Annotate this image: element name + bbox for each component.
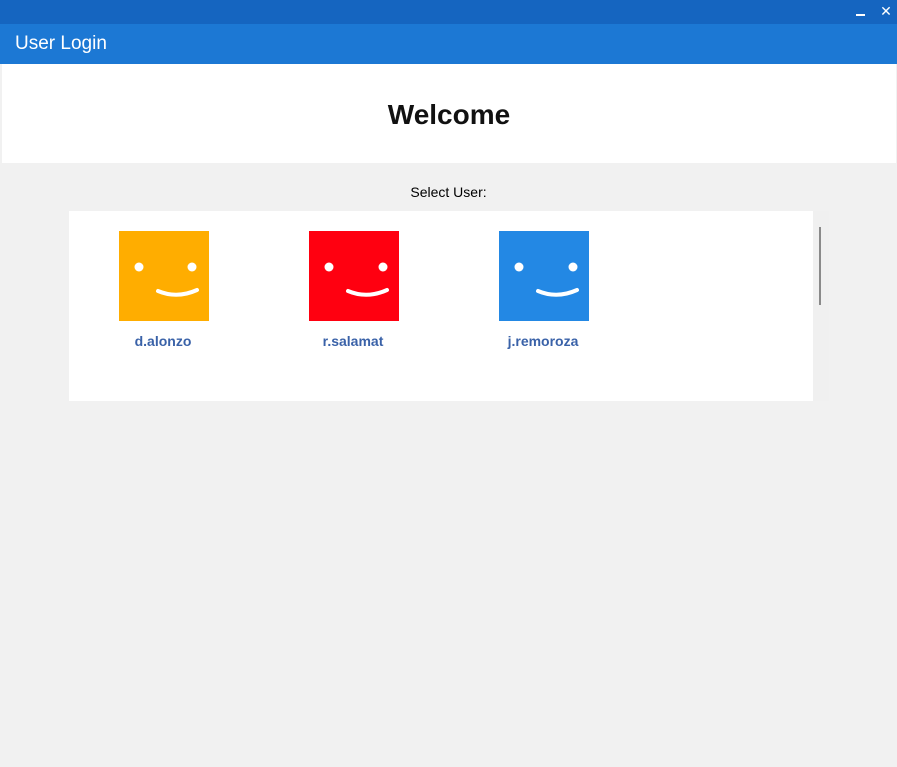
avatar [119, 231, 209, 321]
user-name: j.remoroza [507, 333, 579, 349]
welcome-heading: Welcome [387, 99, 511, 130]
avatar [499, 231, 589, 321]
window-titlebar: ✕ [0, 0, 897, 24]
app-title: User Login [15, 33, 107, 54]
avatar [309, 231, 399, 321]
smiley-face-icon [119, 231, 209, 321]
smiley-face-icon [309, 231, 399, 321]
select-user-label: Select User: [410, 184, 487, 200]
close-icon: ✕ [880, 4, 892, 20]
app-header: User Login [0, 24, 897, 64]
user-name: d.alonzo [134, 333, 192, 349]
user-card-d-alonzo[interactable]: d.alonzo [88, 231, 238, 361]
close-button[interactable]: ✕ [877, 3, 895, 21]
vertical-scrollbar[interactable] [813, 211, 829, 401]
welcome-panel: Welcome [2, 64, 896, 163]
user-list-panel: d.alonzo r.salamat j.remoroza [69, 211, 813, 401]
minimize-icon [856, 14, 865, 16]
user-name: r.salamat [322, 333, 384, 349]
scrollbar-thumb[interactable] [819, 227, 821, 305]
user-card-r-salamat[interactable]: r.salamat [278, 231, 428, 361]
minimize-button[interactable] [852, 3, 870, 21]
smiley-face-icon [499, 231, 589, 321]
user-card-j-remoroza[interactable]: j.remoroza [468, 231, 618, 361]
